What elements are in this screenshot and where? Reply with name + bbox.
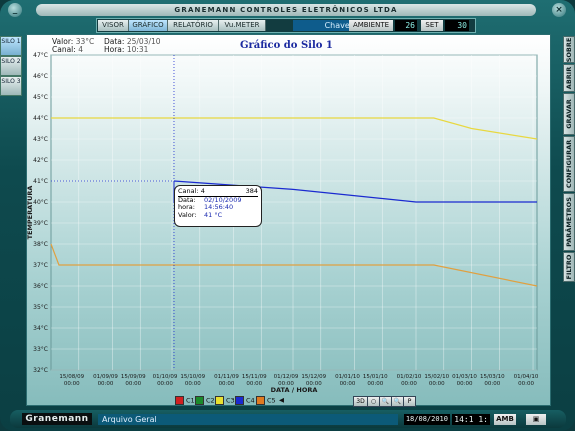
x-tick-time: 00:00 xyxy=(64,381,80,387)
x-tick-date: 15/09/09 xyxy=(121,374,146,380)
status-time: 14:1 1: xyxy=(452,414,490,425)
x-tick-time: 00:00 xyxy=(185,381,201,387)
y-tick-label: 34°C xyxy=(33,325,48,332)
x-tick-time: 00:00 xyxy=(340,381,356,387)
y-tick-label: 44°C xyxy=(33,115,48,122)
y-tick-label: 43°C xyxy=(33,136,48,143)
y-tick-label: 35°C xyxy=(33,304,48,311)
btn-3d[interactable]: 3D xyxy=(353,396,368,407)
x-tick-date: 15/12/09 xyxy=(301,374,326,380)
x-tick-date: 01/02/10 xyxy=(397,374,422,380)
x-tick-date: 15/08/09 xyxy=(59,374,84,380)
temperature-chart[interactable]: 32°C 33°C 34°C 35°C 36°C 37°C 38°C 39°C 40°C 41°C… xyxy=(0,0,575,431)
y-tick-label: 32°C xyxy=(33,367,48,374)
btn-print[interactable]: P xyxy=(403,396,416,407)
legend-c4[interactable]: C4 xyxy=(235,396,255,405)
legend-c1[interactable]: C1 xyxy=(175,396,195,405)
y-tick-label: 39°C xyxy=(33,220,48,227)
y-tick-label: 33°C xyxy=(33,346,48,353)
status-message: Arquivo Geral xyxy=(98,414,398,425)
x-tick-date: 15/10/09 xyxy=(180,374,205,380)
y-tick-label: 47°C xyxy=(33,52,48,59)
x-tick-time: 00:00 xyxy=(219,381,235,387)
x-tick-time: 00:00 xyxy=(401,381,417,387)
legend-c2[interactable]: C2 xyxy=(195,396,215,405)
y-tick-label: 46°C xyxy=(33,73,48,80)
x-tick-time: 00:00 xyxy=(518,381,534,387)
x-tick-date: 15/11/09 xyxy=(242,374,267,380)
x-tick-time: 00:00 xyxy=(457,381,473,387)
y-tick-label: 38°C xyxy=(33,241,48,248)
y-axis-label: TEMPERATURA xyxy=(26,186,34,240)
brand-logo: Granemann xyxy=(22,413,92,425)
x-tick-date: 01/11/09 xyxy=(214,374,239,380)
y-tick-label: 37°C xyxy=(33,262,48,269)
y-tick-label: 45°C xyxy=(33,94,48,101)
x-tick-date: 01/12/09 xyxy=(274,374,299,380)
cursor-tooltip: Canal: 4 384 Data: 02/10/2009 hora: 14:56:4… xyxy=(174,185,262,227)
x-axis-label: DATA / HORA xyxy=(271,386,318,394)
y-tick-label: 40°C xyxy=(33,199,48,206)
x-tick-time: 00:00 xyxy=(367,381,383,387)
status-date: 18/08/2010 xyxy=(404,414,450,425)
x-tick-date: 01/03/10 xyxy=(452,374,477,380)
x-tick-date: 15/01/10 xyxy=(363,374,388,380)
y-tick-label: 42°C xyxy=(33,157,48,164)
x-tick-date: 15/03/10 xyxy=(480,374,505,380)
series-line-c3 xyxy=(51,117,538,140)
plot-area xyxy=(50,54,538,371)
legend-back-icon[interactable]: ◀ xyxy=(279,396,288,405)
y-tick-label: 41°C xyxy=(33,178,48,185)
x-tick-time: 00:00 xyxy=(125,381,141,387)
x-tick-date: 15/02/10 xyxy=(424,374,449,380)
legend-c5[interactable]: C5 xyxy=(256,396,276,405)
x-tick-date: 01/04/10 xyxy=(514,374,539,380)
status-mode: AMB xyxy=(494,414,516,425)
x-tick-time: 00:00 xyxy=(484,381,500,387)
legend-c3[interactable]: C3 xyxy=(215,396,235,405)
x-tick-date: 01/09/09 xyxy=(93,374,118,380)
x-tick-date: 01/01/10 xyxy=(335,374,360,380)
x-tick-time: 00:00 xyxy=(98,381,114,387)
x-tick-date: 01/10/09 xyxy=(153,374,178,380)
y-tick-label: 36°C xyxy=(33,283,48,290)
x-tick-time: 00:00 xyxy=(157,381,173,387)
monitor-icon[interactable]: ▣ xyxy=(526,414,546,425)
x-tick-time: 00:00 xyxy=(246,381,262,387)
x-tick-time: 00:00 xyxy=(429,381,445,387)
